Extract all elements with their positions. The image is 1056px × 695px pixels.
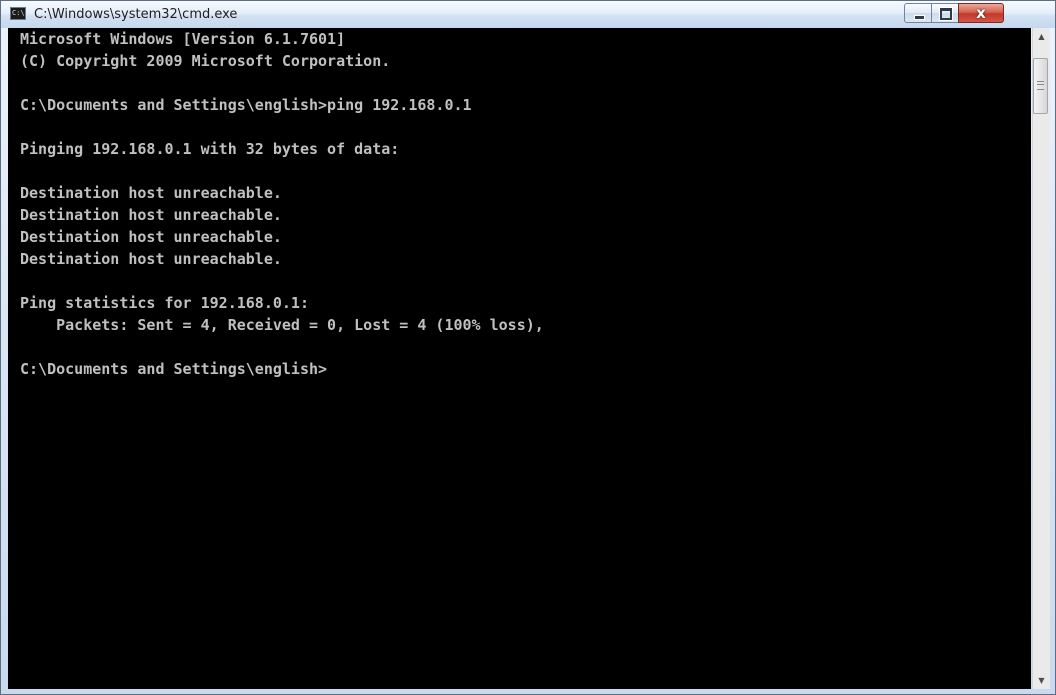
- minimize-icon: [914, 15, 925, 20]
- console-line: Ping statistics for 192.168.0.1:: [20, 294, 309, 312]
- console-line: Packets: Sent = 4, Received = 0, Lost = …: [20, 316, 544, 334]
- minimize-button[interactable]: [904, 3, 932, 23]
- console-line: Destination host unreachable.: [20, 184, 282, 202]
- maximize-button[interactable]: [931, 3, 959, 23]
- cmd-window: C:\ C:\Windows\system32\cmd.exe x Micros…: [0, 0, 1056, 695]
- scroll-up-arrow-icon[interactable]: ▲: [1033, 28, 1050, 48]
- scroll-down-arrow-icon[interactable]: ▼: [1033, 672, 1050, 689]
- title-bar[interactable]: C:\ C:\Windows\system32\cmd.exe x: [1, 1, 1055, 28]
- console-line: Destination host unreachable.: [20, 228, 282, 246]
- console-line: Destination host unreachable.: [20, 206, 282, 224]
- close-icon: x: [976, 4, 986, 22]
- app-icon-text: C:\: [12, 9, 25, 17]
- scrollbar-thumb[interactable]: [1033, 58, 1048, 114]
- maximize-icon: [939, 7, 953, 21]
- console-line: C:\Documents and Settings\english>: [20, 360, 328, 378]
- console-output[interactable]: Microsoft Windows [Version 6.1.7601] (C)…: [8, 28, 1031, 689]
- window-title: C:\Windows\system32\cmd.exe: [34, 7, 238, 22]
- cmd-app-icon[interactable]: C:\: [10, 7, 26, 20]
- console-line: Microsoft Windows [Version 6.1.7601]: [20, 30, 346, 48]
- console-line: Destination host unreachable.: [20, 250, 282, 268]
- console-line: Pinging 192.168.0.1 with 32 bytes of dat…: [20, 140, 400, 158]
- grip-lines-icon: [1037, 81, 1044, 90]
- close-button[interactable]: x: [958, 3, 1004, 23]
- console-line: (C) Copyright 2009 Microsoft Corporation…: [20, 52, 391, 70]
- vertical-scrollbar-track[interactable]: ▼: [1032, 68, 1050, 689]
- console-line: C:\Documents and Settings\english>ping 1…: [20, 96, 472, 114]
